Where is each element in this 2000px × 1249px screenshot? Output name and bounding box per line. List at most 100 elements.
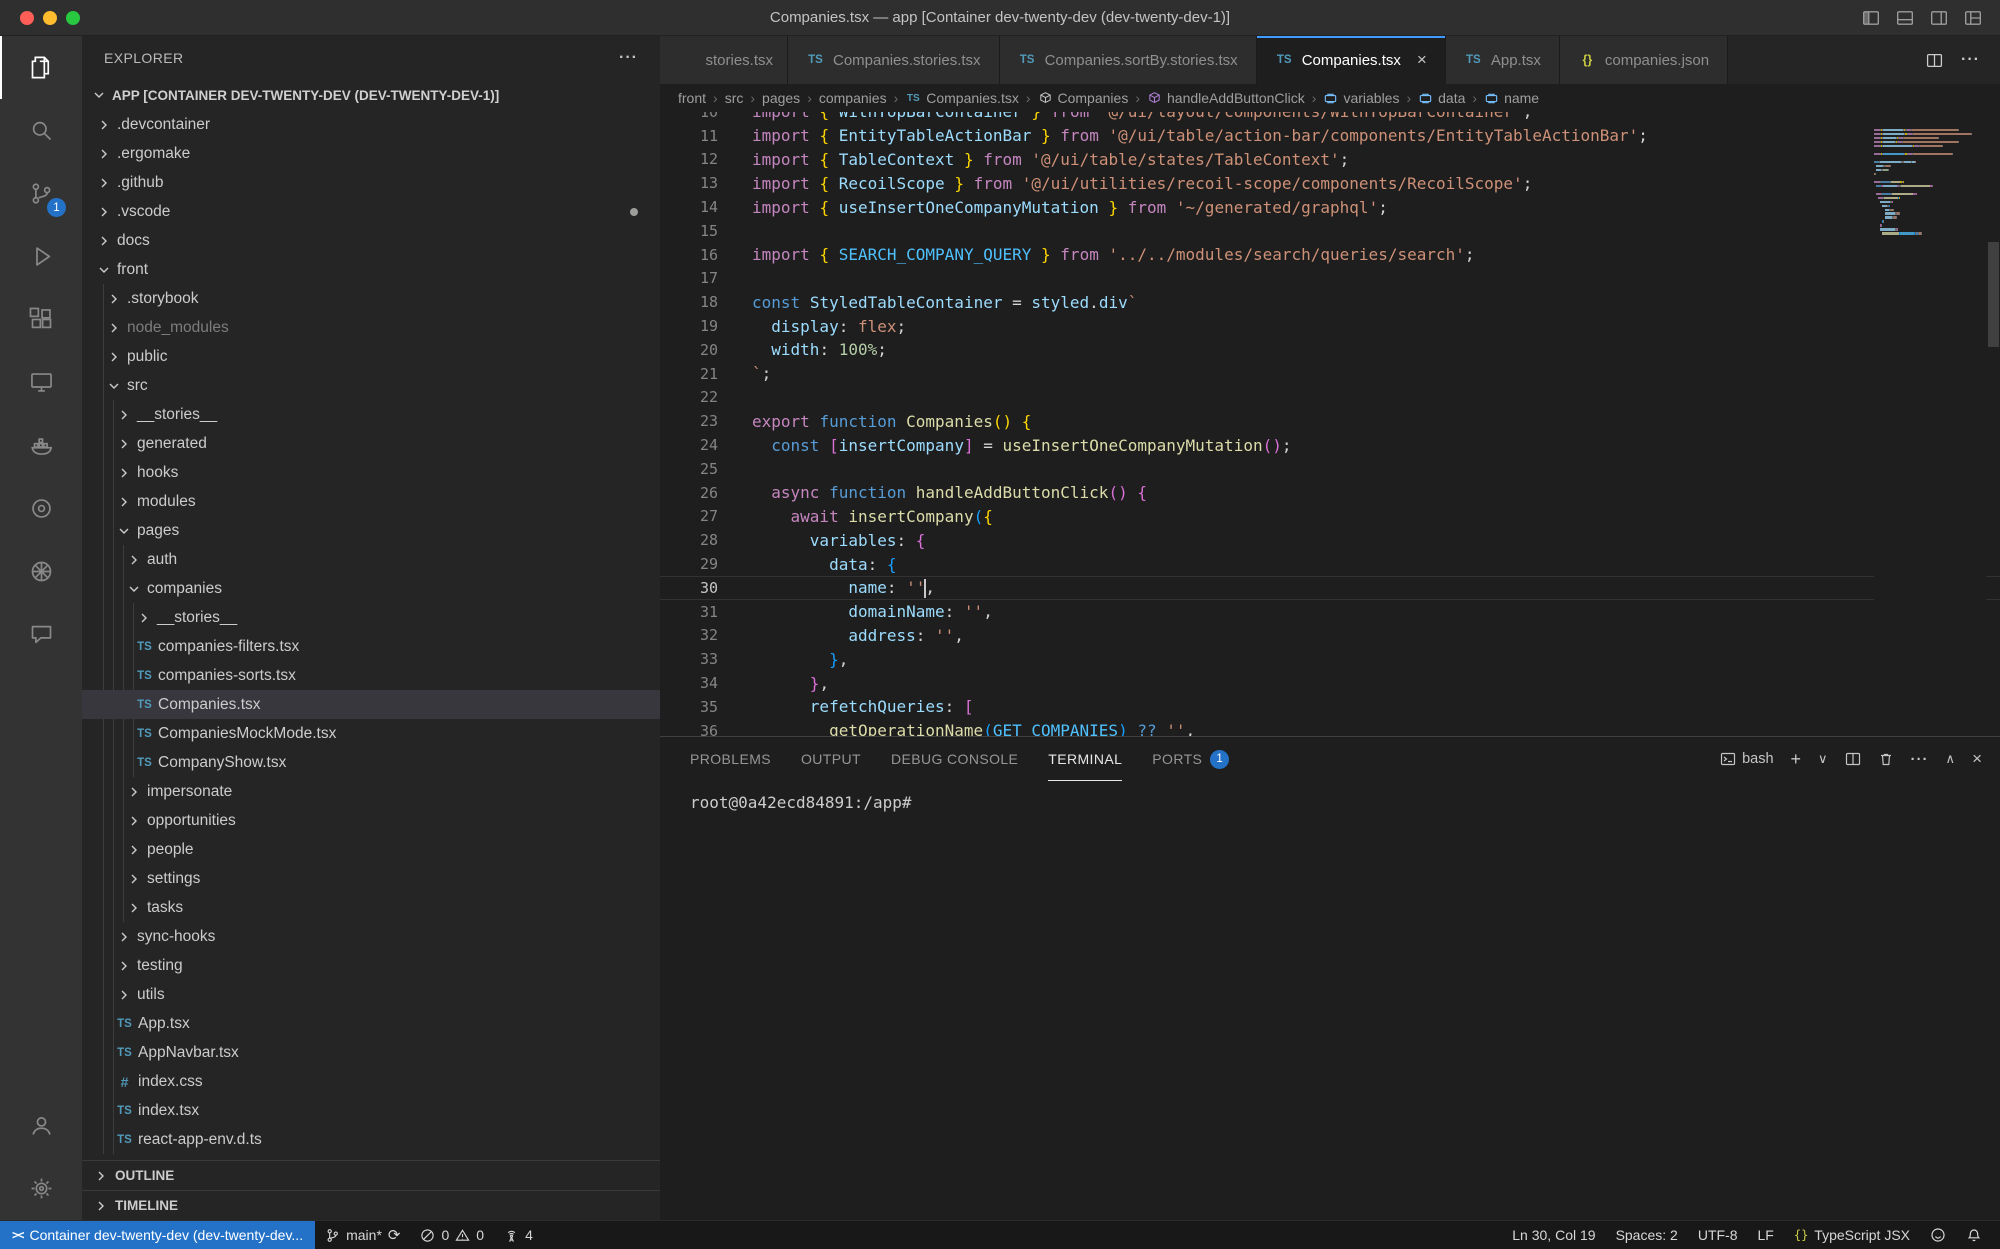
tree-item-generated[interactable]: generated [82, 429, 660, 458]
tab-Companies.sortBy.stories.tsx[interactable]: TSCompanies.sortBy.stories.tsx [1000, 36, 1257, 84]
breadcrumb-Companies[interactable]: Companies [1038, 90, 1129, 106]
tree-item-tasks[interactable]: tasks [82, 893, 660, 922]
kubernetes-icon[interactable] [0, 540, 82, 603]
code-line-29[interactable]: 29 data: { [660, 552, 2000, 576]
explorer-icon[interactable] [0, 36, 82, 99]
breadcrumb-handleAddButtonClick[interactable]: handleAddButtonClick [1147, 90, 1305, 106]
split-terminal-icon[interactable] [1845, 751, 1861, 767]
terminal-profile[interactable]: bash [1720, 751, 1773, 767]
close-window-button[interactable] [20, 11, 34, 25]
panel-tab-output[interactable]: OUTPUT [801, 737, 861, 781]
panel-tab-terminal[interactable]: TERMINAL [1048, 737, 1122, 781]
terminal-output[interactable]: root@0a42ecd84891:/app# [660, 781, 2000, 1220]
tree-item-CompanyShow.tsx[interactable]: TSCompanyShow.tsx [82, 748, 660, 777]
code-line-21[interactable]: 21`; [660, 362, 2000, 386]
tree-item-Companies.tsx[interactable]: TSCompanies.tsx [82, 690, 660, 719]
code-line-25[interactable]: 25 [660, 457, 2000, 481]
tree-item-modules[interactable]: modules [82, 487, 660, 516]
tree-item-.devcontainer[interactable]: .devcontainer [82, 110, 660, 139]
code-line-22[interactable]: 22 [660, 386, 2000, 410]
tab-stories.tsx[interactable]: stories.tsx [660, 36, 788, 84]
code-line-34[interactable]: 34 }, [660, 671, 2000, 695]
close-panel-icon[interactable]: × [1972, 749, 1982, 769]
breadcrumb-front[interactable]: front [678, 90, 706, 106]
code-line-36[interactable]: 36 getOperationName(GET_COMPANIES) ?? ''… [660, 719, 2000, 736]
language-mode[interactable]: {} TypeScript JSX [1784, 1221, 1920, 1249]
code-editor[interactable]: 10import { WithTopBarContainer } from '@… [660, 112, 2000, 736]
tree-item-settings[interactable]: settings [82, 864, 660, 893]
tree-item-docs[interactable]: docs [82, 226, 660, 255]
comments-icon[interactable] [0, 603, 82, 666]
timeline-section-header[interactable]: TIMELINE [82, 1190, 660, 1220]
tree-item-opportunities[interactable]: opportunities [82, 806, 660, 835]
remote-indicator[interactable]: >< Container dev-twenty-dev (dev-twenty-… [0, 1221, 315, 1249]
editor-more-actions-icon[interactable]: ··· [1961, 51, 1980, 69]
tree-item-node_modules[interactable]: node_modules [82, 313, 660, 342]
tree-item-.ergomake[interactable]: .ergomake [82, 139, 660, 168]
tree-item-.storybook[interactable]: .storybook [82, 284, 660, 313]
code-line-12[interactable]: 12import { TableContext } from '@/ui/tab… [660, 148, 2000, 172]
tab-App.tsx[interactable]: TSApp.tsx [1446, 36, 1560, 84]
tree-item-react-app-env.d.ts[interactable]: TSreact-app-env.d.ts [82, 1125, 660, 1154]
code-line-18[interactable]: 18const StyledTableContainer = styled.di… [660, 290, 2000, 314]
tree-item-utils[interactable]: utils [82, 980, 660, 1009]
code-line-28[interactable]: 28 variables: { [660, 528, 2000, 552]
tab-Companies.tsx[interactable]: TSCompanies.tsx× [1257, 36, 1446, 84]
code-line-15[interactable]: 15 [660, 219, 2000, 243]
tree-item-__stories__[interactable]: __stories__ [82, 603, 660, 632]
breadcrumb-pages[interactable]: pages [762, 90, 800, 106]
code-line-19[interactable]: 19 display: flex; [660, 314, 2000, 338]
tree-item-impersonate[interactable]: impersonate [82, 777, 660, 806]
code-line-23[interactable]: 23export function Companies() { [660, 409, 2000, 433]
close-tab-icon[interactable]: × [1417, 50, 1427, 70]
toggle-panel-icon[interactable] [1896, 9, 1914, 27]
panel-tab-debug-console[interactable]: DEBUG CONSOLE [891, 737, 1018, 781]
kill-terminal-icon[interactable] [1878, 751, 1894, 767]
code-line-30[interactable]: 30 name: '', [660, 576, 2000, 600]
outline-section-header[interactable]: OUTLINE [82, 1160, 660, 1190]
code-line-26[interactable]: 26 async function handleAddButtonClick()… [660, 481, 2000, 505]
breadcrumb-companies[interactable]: companies [819, 90, 887, 106]
maximize-panel-icon[interactable]: ∧ [1946, 751, 1956, 767]
forwarded-ports-status[interactable]: 4 [494, 1221, 543, 1249]
code-line-32[interactable]: 32 address: '', [660, 624, 2000, 648]
code-line-10[interactable]: 10import { WithTopBarContainer } from '@… [660, 112, 2000, 124]
tree-item-auth[interactable]: auth [82, 545, 660, 574]
new-terminal-icon[interactable]: + [1791, 749, 1802, 770]
customize-layout-icon[interactable] [1964, 9, 1982, 27]
notifications-bell-icon[interactable] [1956, 1221, 1992, 1249]
toggle-secondary-sidebar-icon[interactable] [1930, 9, 1948, 27]
tree-item-front[interactable]: front [82, 255, 660, 284]
code-line-31[interactable]: 31 domainName: '', [660, 600, 2000, 624]
panel-tab-ports[interactable]: PORTS1 [1152, 737, 1229, 781]
code-line-13[interactable]: 13import { RecoilScope } from '@/ui/util… [660, 171, 2000, 195]
code-line-35[interactable]: 35 refetchQueries: [ [660, 695, 2000, 719]
accounts-icon[interactable] [0, 1094, 82, 1157]
breadcrumb-data[interactable]: data [1418, 90, 1465, 106]
encoding-setting[interactable]: UTF-8 [1688, 1221, 1748, 1249]
target-icon[interactable] [0, 477, 82, 540]
tab-companies.json[interactable]: {}companies.json [1560, 36, 1728, 84]
tree-item-index.tsx[interactable]: TSindex.tsx [82, 1096, 660, 1125]
extensions-icon[interactable] [0, 288, 82, 351]
code-line-11[interactable]: 11import { EntityTableActionBar } from '… [660, 124, 2000, 148]
run-and-debug-icon[interactable] [0, 225, 82, 288]
zoom-window-button[interactable] [66, 11, 80, 25]
remote-explorer-icon[interactable] [0, 351, 82, 414]
tree-item-index.css[interactable]: #index.css [82, 1067, 660, 1096]
tree-item-companies[interactable]: companies [82, 574, 660, 603]
code-line-20[interactable]: 20 width: 100%; [660, 338, 2000, 362]
tree-item-.vscode[interactable]: .vscode [82, 197, 660, 226]
chevron-down-icon[interactable]: ∨ [1818, 751, 1828, 767]
cursor-position[interactable]: Ln 30, Col 19 [1502, 1221, 1605, 1249]
tree-item-.github[interactable]: .github [82, 168, 660, 197]
workspace-section-header[interactable]: APP [CONTAINER DEV-TWENTY-DEV (DEV-TWENT… [82, 80, 660, 110]
code-line-16[interactable]: 16import { SEARCH_COMPANY_QUERY } from '… [660, 243, 2000, 267]
tree-item-pages[interactable]: pages [82, 516, 660, 545]
tree-item-sync-hooks[interactable]: sync-hooks [82, 922, 660, 951]
code-line-27[interactable]: 27 await insertCompany({ [660, 505, 2000, 529]
indentation-setting[interactable]: Spaces: 2 [1606, 1221, 1688, 1249]
eol-setting[interactable]: LF [1748, 1221, 1784, 1249]
tree-item-src[interactable]: src [82, 371, 660, 400]
breadcrumb-name[interactable]: name [1484, 90, 1539, 106]
